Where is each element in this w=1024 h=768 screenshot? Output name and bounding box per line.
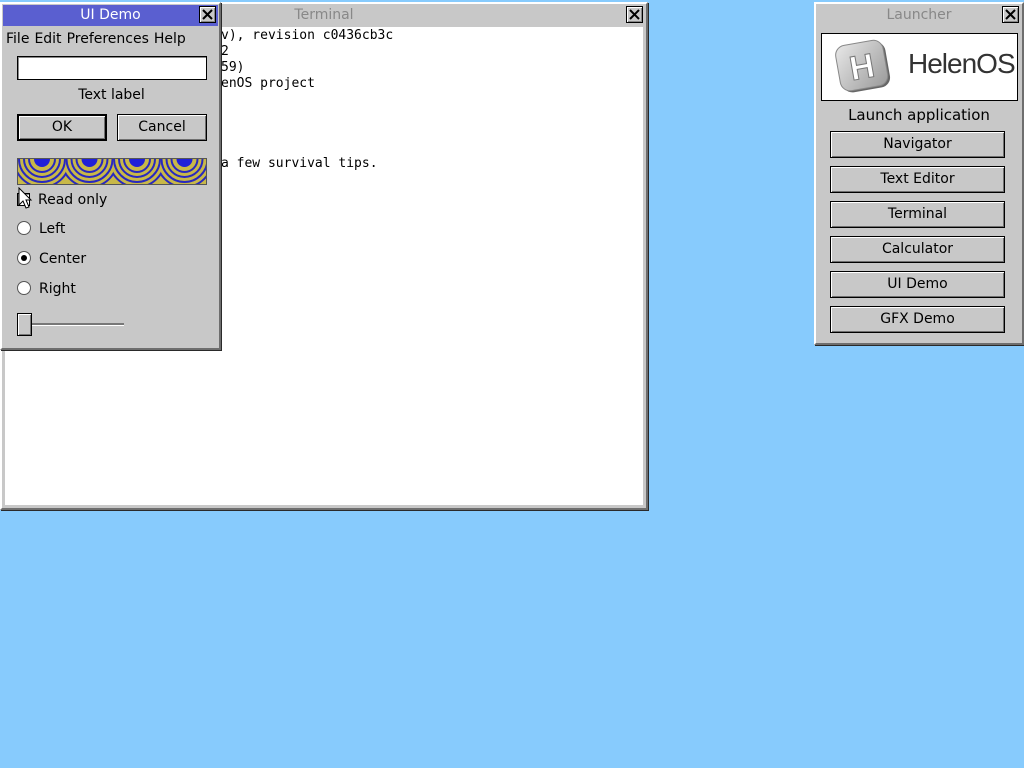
ui-demo-close-button[interactable] [199,6,216,23]
launcher-window[interactable]: Launcher H HelenOS Launch application Na… [814,2,1024,345]
radio-circle[interactable] [17,281,31,295]
logo-text: HelenOS [908,48,1016,79]
launch-text-editor-button[interactable]: Text Editor [830,166,1005,193]
menu-edit[interactable]: Edit [34,31,61,47]
launch-ui-demo-button[interactable]: UI Demo [830,271,1005,298]
close-icon [202,9,213,20]
text-label: Text label [78,87,145,103]
launch-heading: Launch application [848,106,990,124]
text-input[interactable] [17,56,207,80]
radio-circle[interactable] [17,221,31,235]
terminal-line: 59) [221,60,245,75]
launch-navigator-button[interactable]: Navigator [830,131,1005,158]
radio-label: Center [39,251,87,267]
ui-demo-titlebar[interactable]: UI Demo [3,5,218,26]
close-icon [1005,9,1016,20]
launcher-titlebar[interactable]: Launcher [817,5,1021,26]
slider-thumb[interactable] [17,313,32,336]
launch-terminal-button[interactable]: Terminal [830,201,1005,228]
launcher-title: Launcher [886,7,952,23]
menu-file[interactable]: File [6,31,29,47]
launch-calculator-button[interactable]: Calculator [830,236,1005,263]
radio-right[interactable]: Right [17,280,76,298]
cancel-button[interactable]: Cancel [117,114,207,141]
mouse-cursor-icon [18,187,33,209]
radio-label: Left [39,221,66,237]
radio-circle[interactable] [17,251,31,265]
checkbox-label: Read only [38,192,108,208]
terminal-title: Terminal [294,7,354,23]
close-icon [629,9,640,20]
menu-bar: File Edit Preferences Help [6,31,217,51]
launch-gfx-demo-button[interactable]: GFX Demo [830,306,1005,333]
terminal-line: a few survival tips. [221,156,378,171]
gradient-image [18,159,206,184]
ui-demo-title: UI Demo [80,7,141,23]
radio-label: Right [39,281,76,297]
menu-help[interactable]: Help [154,31,186,47]
radio-center[interactable]: Center [17,250,86,268]
gradient-canvas [17,158,207,185]
ok-button[interactable]: OK [17,114,107,141]
helenos-logo-icon: H [835,39,891,93]
slider-track[interactable] [24,323,124,326]
launcher-close-button[interactable] [1002,6,1019,23]
ui-demo-window[interactable]: UI Demo File Edit Preferences Help Text lab… [0,2,221,350]
menu-preferences[interactable]: Preferences [67,31,149,47]
terminal-close-button[interactable] [626,6,643,23]
terminal-line: v), revision c0436cb3c [221,28,394,43]
terminal-line: 2 [221,44,229,59]
terminal-line: enOS project [221,76,315,91]
radio-left[interactable]: Left [17,220,65,238]
helenos-logo: H HelenOS [821,33,1018,101]
